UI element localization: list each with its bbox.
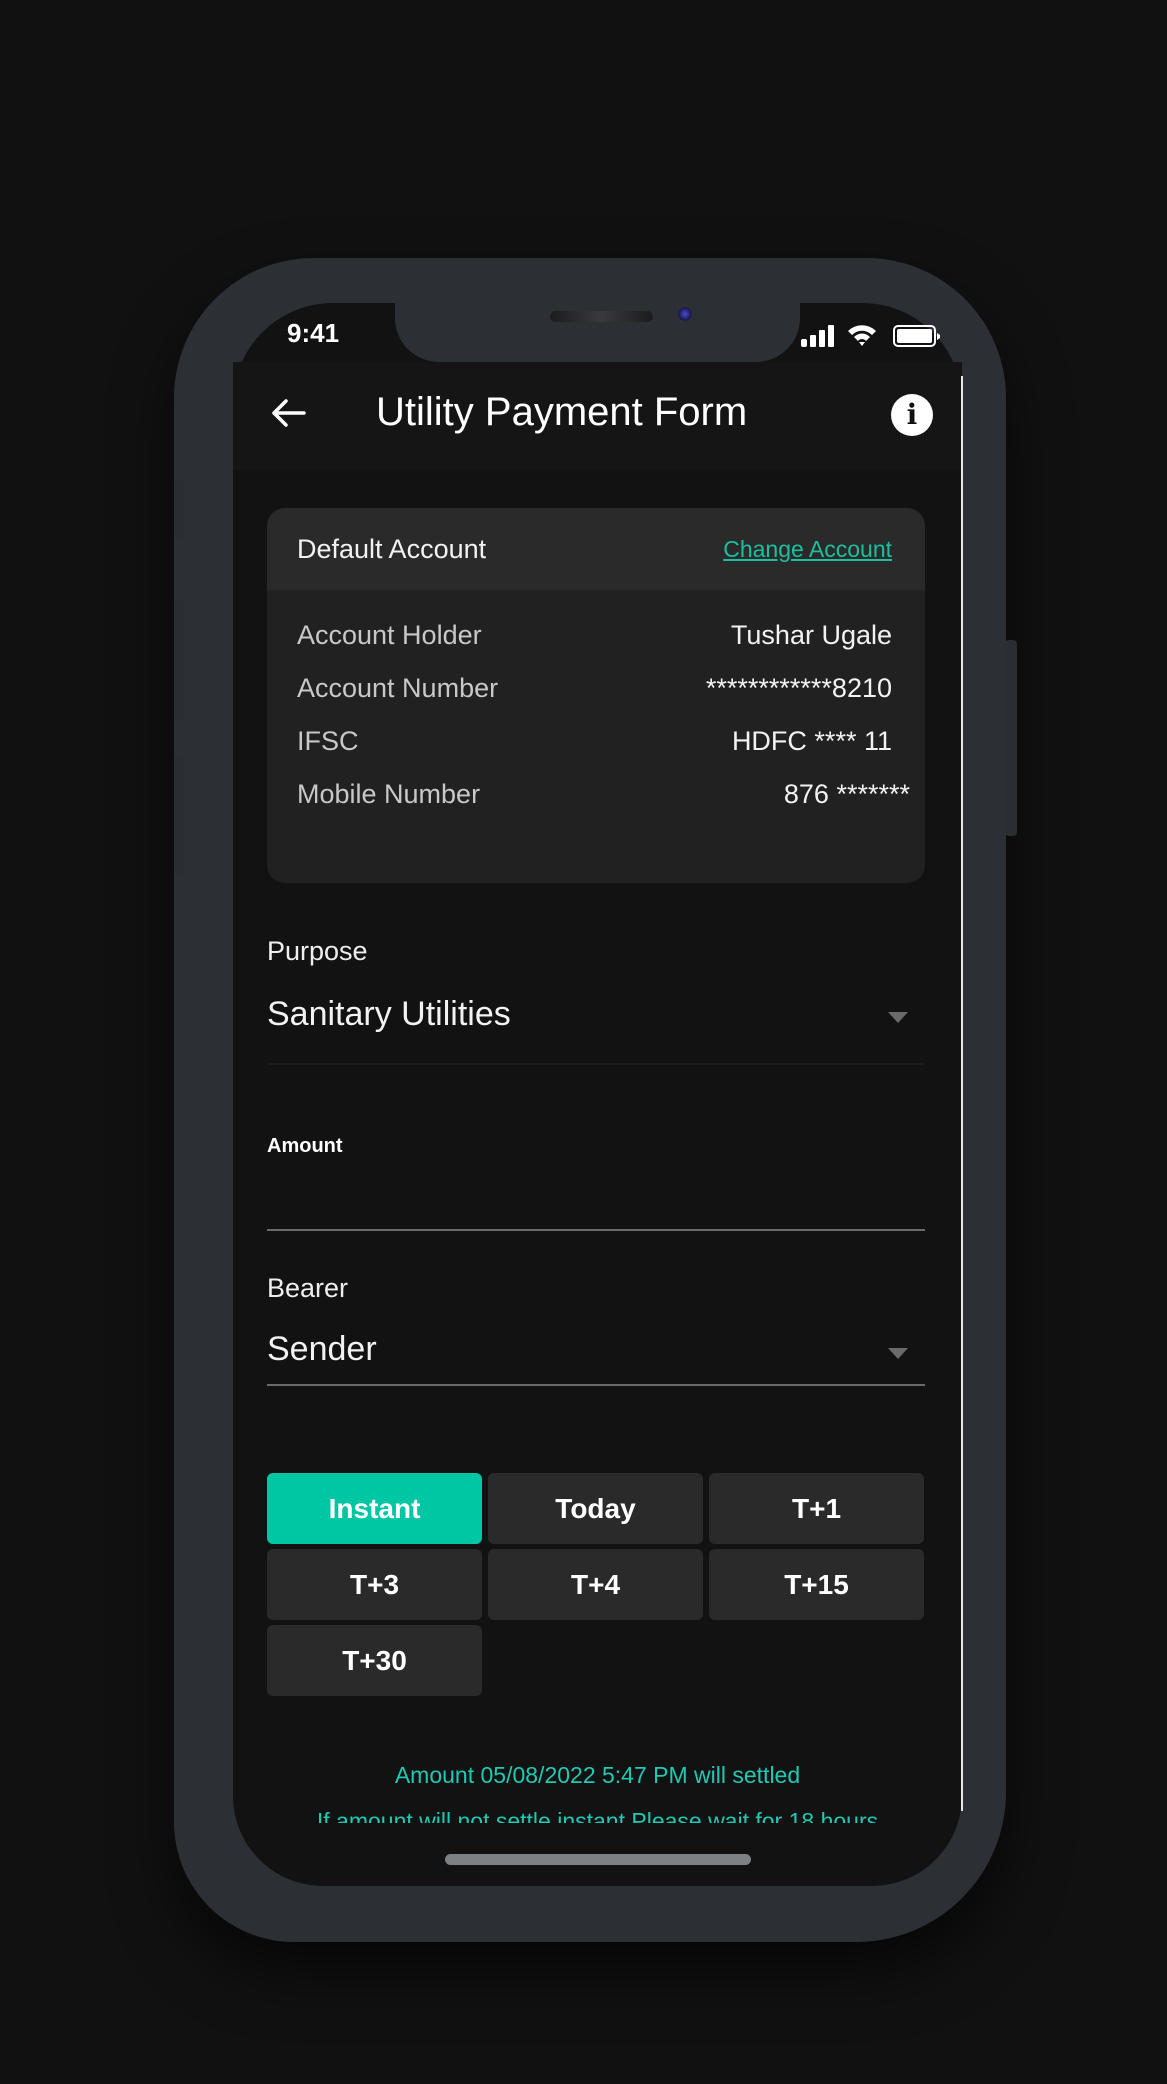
- option-t-plus-1[interactable]: T+1: [709, 1473, 924, 1544]
- status-time: 9:41: [287, 318, 340, 348]
- bearer-underline: [267, 1384, 925, 1386]
- bearer-value: Sender: [267, 1330, 377, 1368]
- purpose-value: Sanitary Utilities: [267, 995, 511, 1033]
- mute-switch: [174, 480, 184, 540]
- settlement-note: Amount 05/08/2022 5:47 PM will settled: [394, 1762, 801, 1788]
- ifsc-label: IFSC: [297, 726, 359, 756]
- purpose-underline: [267, 1063, 925, 1065]
- mobile-number-label: Mobile Number: [297, 779, 481, 809]
- notch: [395, 300, 800, 362]
- account-holder-value: Tushar Ugale: [730, 620, 892, 650]
- chevron-down-icon: [888, 1348, 908, 1359]
- info-icon[interactable]: i: [891, 394, 933, 436]
- option-t-plus-4[interactable]: T+4: [488, 1549, 703, 1620]
- volume-up-button: [174, 600, 184, 720]
- power-button: [1005, 640, 1017, 836]
- ifsc-value: HDFC **** 11: [731, 726, 892, 756]
- account-holder-label: Account Holder: [297, 620, 482, 650]
- option-today[interactable]: Today: [488, 1473, 703, 1544]
- account-number-label: Account Number: [297, 673, 499, 703]
- speaker: [550, 311, 653, 322]
- change-account-link[interactable]: Change Account: [723, 536, 892, 563]
- option-t-plus-15[interactable]: T+15: [709, 1549, 924, 1620]
- volume-down-button: [174, 755, 184, 875]
- account-number-value: ************8210: [705, 673, 892, 703]
- mobile-number-value: 876 *******: [783, 779, 910, 809]
- option-t-plus-30[interactable]: T+30: [267, 1625, 482, 1696]
- purpose-dropdown[interactable]: Sanitary Utilities: [267, 985, 925, 1065]
- amount-label: Amount: [267, 1135, 343, 1157]
- bearer-label: Bearer: [267, 1273, 349, 1303]
- account-card-title: Default Account: [297, 534, 487, 564]
- chevron-down-icon: [888, 1012, 908, 1023]
- option-instant[interactable]: Instant: [267, 1473, 482, 1544]
- amount-underline: [267, 1229, 925, 1231]
- arrow-left-icon[interactable]: [268, 393, 308, 433]
- wifi-icon: [846, 323, 878, 352]
- front-camera: [678, 307, 692, 321]
- bearer-dropdown[interactable]: Sender: [267, 1320, 925, 1386]
- battery-icon: [893, 325, 941, 354]
- page-title: Utility Payment Form: [376, 390, 748, 434]
- home-indicator[interactable]: [445, 1854, 751, 1865]
- settlement-warning: If amount will not settle instant Please…: [316, 1808, 879, 1823]
- settlement-warning-clip: If amount will not settle instant Please…: [233, 1808, 962, 1823]
- signal-icon: [800, 324, 836, 353]
- account-card: Default Account Change Account Account H…: [267, 508, 925, 883]
- purpose-label: Purpose: [267, 936, 368, 966]
- amount-input[interactable]: [267, 1165, 925, 1231]
- option-t-plus-3[interactable]: T+3: [267, 1549, 482, 1620]
- scrollbar[interactable]: [961, 376, 963, 1811]
